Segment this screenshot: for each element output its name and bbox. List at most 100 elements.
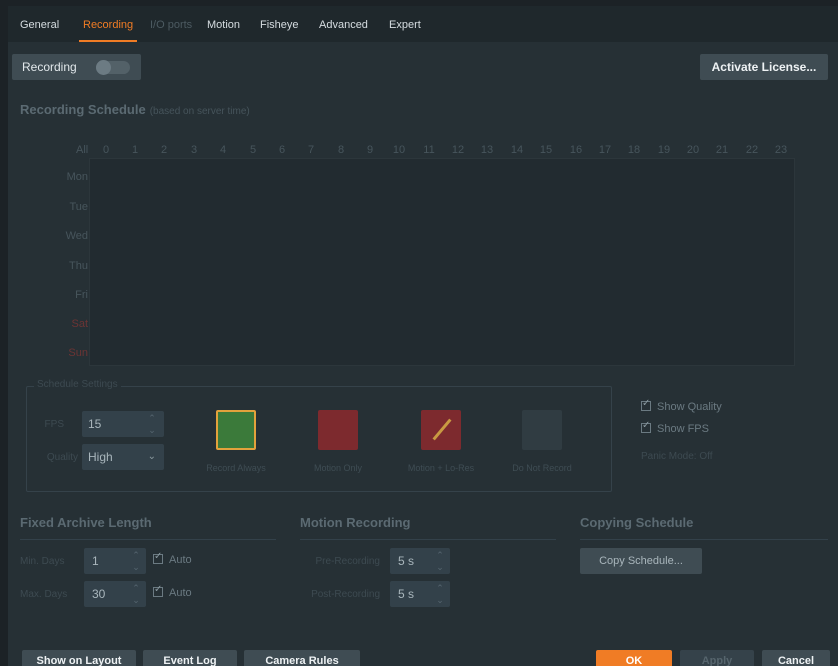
day-label-tue[interactable]: Tue (30, 201, 88, 213)
hour-label[interactable]: 0 (103, 144, 109, 156)
show-quality-label: Show Quality (657, 401, 722, 413)
hour-label[interactable]: 11 (423, 144, 434, 156)
hour-label[interactable]: 5 (250, 144, 256, 156)
tab-expert[interactable]: Expert (389, 6, 421, 42)
recording-toggle-label: Recording (22, 60, 77, 74)
copy-schedule-button[interactable]: Copy Schedule... (580, 548, 702, 574)
tab-recording[interactable]: Recording (79, 6, 138, 42)
hour-label[interactable]: 4 (220, 144, 226, 156)
record-always-button[interactable] (216, 410, 256, 450)
hour-label[interactable]: 21 (716, 144, 728, 156)
pre-recording-value: 5 s (398, 554, 415, 568)
hour-label[interactable]: 10 (393, 144, 405, 156)
hour-label[interactable]: 7 (308, 144, 314, 156)
spin-down-icon[interactable]: ⌄ (434, 563, 446, 572)
min-days-spinbox[interactable]: 1 ⌃ ⌄ (84, 548, 146, 574)
hour-label[interactable]: 16 (570, 144, 582, 156)
cancel-button[interactable]: Cancel (762, 650, 830, 666)
day-label-thu[interactable]: Thu (30, 260, 88, 272)
hour-label[interactable]: 13 (481, 144, 493, 156)
quality-label: Quality (46, 452, 78, 463)
active-tab-indicator (79, 40, 138, 42)
spin-down-icon[interactable]: ⌄ (146, 426, 158, 435)
schedule-settings-legend: Schedule Settings (34, 379, 121, 390)
tab-motion[interactable]: Motion (207, 6, 240, 42)
tab-recording-label: Recording (83, 19, 134, 31)
min-days-auto-checkbox[interactable]: Auto (153, 551, 192, 566)
hour-label[interactable]: 2 (161, 144, 167, 156)
hour-label[interactable]: 18 (628, 144, 640, 156)
show-on-layout-button[interactable]: Show on Layout (22, 650, 136, 666)
fixed-archive-title: Fixed Archive Length (20, 515, 152, 530)
show-fps-label: Show FPS (657, 423, 709, 435)
ok-button[interactable]: OK (596, 650, 672, 666)
checkbox-checked-icon (153, 584, 163, 597)
hour-label[interactable]: 17 (599, 144, 611, 156)
chevron-down-icon: ⌄ (147, 451, 156, 462)
show-quality-checkbox[interactable]: Show Quality (641, 398, 722, 413)
hour-label[interactable]: 20 (687, 144, 699, 156)
checkbox-checked-icon (641, 398, 651, 411)
post-recording-label: Post-Recording (311, 589, 380, 600)
fps-label: FPS (44, 419, 64, 430)
spin-up-icon[interactable]: ⌃ (434, 584, 446, 593)
spin-down-icon[interactable]: ⌄ (434, 596, 446, 605)
divider (300, 539, 556, 540)
spin-up-icon[interactable]: ⌃ (130, 551, 142, 560)
checkbox-checked-icon (641, 420, 651, 433)
day-label-sun[interactable]: Sun (30, 347, 88, 359)
hour-label[interactable]: 6 (279, 144, 285, 156)
tab-fisheye[interactable]: Fisheye (260, 6, 299, 42)
hour-label[interactable]: 3 (191, 144, 197, 156)
day-label-sat[interactable]: Sat (30, 318, 88, 330)
do-not-record-label: Do Not Record (512, 463, 572, 473)
hour-label[interactable]: 1 (132, 144, 138, 156)
do-not-record-button[interactable] (522, 410, 562, 450)
spin-down-icon[interactable]: ⌄ (130, 596, 142, 605)
hour-label[interactable]: 14 (511, 144, 523, 156)
recording-switch[interactable] (96, 60, 130, 75)
activate-license-button[interactable]: Activate License... (700, 54, 828, 80)
recording-toggle[interactable]: Recording (12, 54, 141, 80)
spin-up-icon[interactable]: ⌃ (434, 551, 446, 560)
event-log-button[interactable]: Event Log (143, 650, 237, 666)
spin-up-icon[interactable]: ⌃ (146, 414, 158, 423)
tab-advanced[interactable]: Advanced (319, 6, 368, 42)
max-days-auto-checkbox[interactable]: Auto (153, 584, 192, 599)
apply-button: Apply (680, 650, 754, 666)
schedule-grid[interactable] (89, 158, 795, 366)
spin-up-icon[interactable]: ⌃ (130, 584, 142, 593)
lores-slash-icon (432, 418, 452, 441)
hour-label[interactable]: 8 (338, 144, 344, 156)
pre-recording-label: Pre-Recording (315, 556, 380, 567)
recording-schedule-title-text: Recording Schedule (20, 102, 146, 117)
camera-rules-button[interactable]: Camera Rules (244, 650, 360, 666)
hour-label[interactable]: 15 (540, 144, 552, 156)
hour-label[interactable]: 22 (746, 144, 758, 156)
hour-label[interactable]: 23 (775, 144, 787, 156)
spin-down-icon[interactable]: ⌄ (130, 563, 142, 572)
quality-select[interactable]: High ⌄ (82, 444, 164, 470)
recording-schedule-hint: (based on server time) (149, 106, 250, 117)
tab-general[interactable]: General (20, 6, 59, 42)
motion-only-button[interactable] (318, 410, 358, 450)
day-label-wed[interactable]: Wed (30, 230, 88, 242)
day-label-fri[interactable]: Fri (30, 289, 88, 301)
fps-spinbox[interactable]: 15 ⌃ ⌄ (82, 411, 164, 437)
hour-label[interactable]: 19 (658, 144, 670, 156)
hour-label[interactable]: 9 (367, 144, 373, 156)
pre-recording-spinbox[interactable]: 5 s ⌃ ⌄ (390, 548, 450, 574)
motion-recording-title: Motion Recording (300, 515, 411, 530)
day-label-mon[interactable]: Mon (30, 171, 88, 183)
max-days-spinbox[interactable]: 30 ⌃ ⌄ (84, 581, 146, 607)
max-days-label: Max. Days (20, 589, 68, 600)
show-fps-checkbox[interactable]: Show FPS (641, 420, 709, 435)
tab-bar: General Recording I/O ports Motion Fishe… (8, 6, 838, 42)
checkbox-checked-icon (153, 551, 163, 564)
motion-lores-button[interactable] (421, 410, 461, 450)
min-days-label: Min. Days (20, 556, 65, 567)
auto-label: Auto (169, 554, 192, 566)
post-recording-spinbox[interactable]: 5 s ⌃ ⌄ (390, 581, 450, 607)
hour-label[interactable]: 12 (452, 144, 464, 156)
auto-label: Auto (169, 587, 192, 599)
